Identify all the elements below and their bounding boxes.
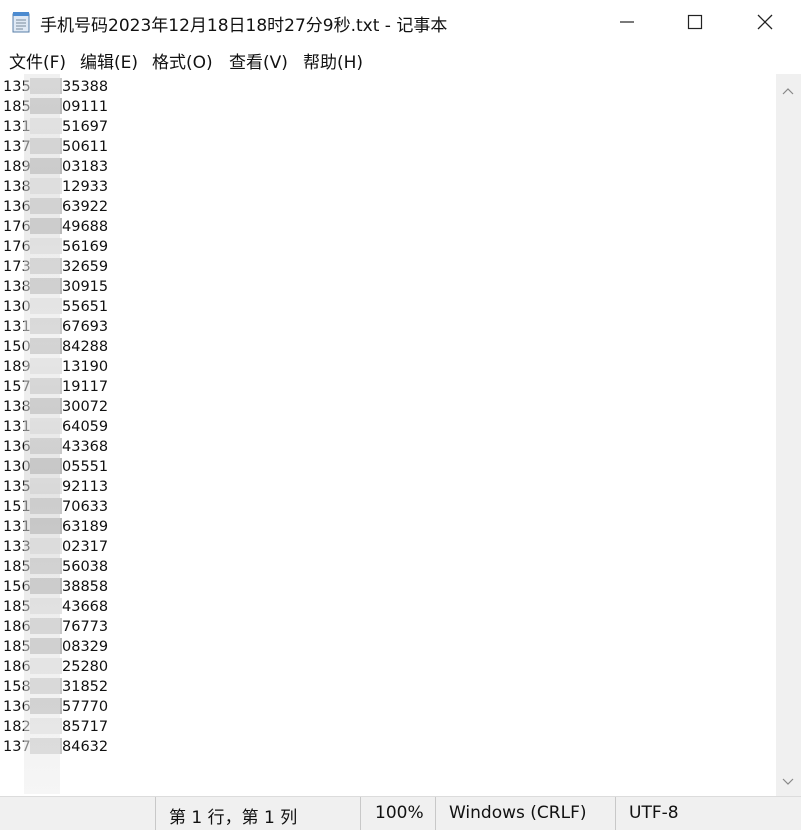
scroll-down-icon[interactable] — [782, 771, 794, 790]
phone-suffix: 05551 — [62, 459, 109, 475]
phone-suffix: 56169 — [62, 239, 109, 255]
phone-suffix: 19117 — [62, 379, 109, 395]
phone-suffix: 84632 — [62, 739, 109, 755]
phone-suffix: 63189 — [62, 519, 109, 535]
phone-suffix: 02317 — [62, 539, 109, 555]
vertical-scrollbar[interactable] — [776, 74, 801, 796]
maximize-icon — [687, 14, 703, 30]
phone-suffix: 43368 — [62, 439, 109, 455]
phone-suffix: 35388 — [62, 79, 109, 95]
menu-bar: 文件(F) 编辑(E) 格式(O) 查看(V) 帮助(H) — [0, 44, 801, 74]
phone-suffix: 57770 — [62, 699, 109, 715]
phone-suffix: 38858 — [62, 579, 109, 595]
phone-suffix: 64059 — [62, 419, 109, 435]
text-editor[interactable]: 135 35388 185 09111 131 51697 137 50611 189 03183… — [0, 74, 776, 796]
phone-suffix: 31852 — [62, 679, 109, 695]
phone-suffix: 12933 — [62, 179, 109, 195]
phone-suffix: 09111 — [62, 99, 109, 115]
status-separator — [360, 797, 361, 830]
window-title: 手机号码2023年12月18日18时27分9秒.txt - 记事本 — [40, 16, 448, 36]
phone-suffix: 49688 — [62, 219, 109, 235]
menu-view[interactable]: 查看(V) — [229, 48, 288, 73]
close-icon — [757, 14, 773, 30]
phone-suffix: 76773 — [62, 619, 109, 635]
notepad-icon — [12, 11, 30, 33]
phone-suffix: 55651 — [62, 299, 109, 315]
title-bar[interactable]: 手机号码2023年12月18日18时27分9秒.txt - 记事本 — [0, 0, 801, 44]
minimize-button[interactable] — [597, 0, 657, 44]
status-bar: 第 1 行，第 1 列 100% Windows (CRLF) UTF-8 — [0, 796, 801, 830]
notepad-window: 手机号码2023年12月18日18时27分9秒.txt - 记事本 文件(F) … — [0, 0, 801, 830]
phone-suffix: 84288 — [62, 339, 109, 355]
phone-suffix: 70633 — [62, 499, 109, 515]
menu-help[interactable]: 帮助(H) — [303, 48, 363, 73]
status-encoding: UTF-8 — [629, 803, 679, 823]
phone-suffix: 92113 — [62, 479, 109, 495]
phone-suffix: 30915 — [62, 279, 109, 295]
menu-edit[interactable]: 编辑(E) — [80, 48, 138, 73]
close-button[interactable] — [735, 0, 795, 44]
maximize-button[interactable] — [665, 0, 725, 44]
status-separator — [155, 797, 156, 830]
status-cursor-position: 第 1 行，第 1 列 — [169, 808, 298, 828]
phone-suffix: 25280 — [62, 659, 109, 675]
minimize-icon — [620, 21, 634, 23]
status-line-ending: Windows (CRLF) — [449, 803, 587, 823]
status-zoom: 100% — [375, 803, 424, 823]
phone-suffix: 67693 — [62, 319, 109, 335]
phone-suffix: 56038 — [62, 559, 109, 575]
phone-suffix: 85717 — [62, 719, 109, 735]
menu-format[interactable]: 格式(O) — [152, 48, 213, 73]
phone-suffix: 63922 — [62, 199, 109, 215]
phone-suffix: 32659 — [62, 259, 109, 275]
redaction-mosaic — [24, 74, 60, 794]
phone-suffix: 08329 — [62, 639, 109, 655]
phone-suffix: 50611 — [62, 139, 109, 155]
scroll-up-icon[interactable] — [782, 80, 794, 99]
phone-suffix: 30072 — [62, 399, 109, 415]
phone-suffix: 03183 — [62, 159, 109, 175]
phone-suffix: 43668 — [62, 599, 109, 615]
status-separator — [615, 797, 616, 830]
status-separator — [435, 797, 436, 830]
phone-suffix: 51697 — [62, 119, 109, 135]
phone-suffix: 13190 — [62, 359, 109, 375]
menu-file[interactable]: 文件(F) — [9, 48, 66, 73]
